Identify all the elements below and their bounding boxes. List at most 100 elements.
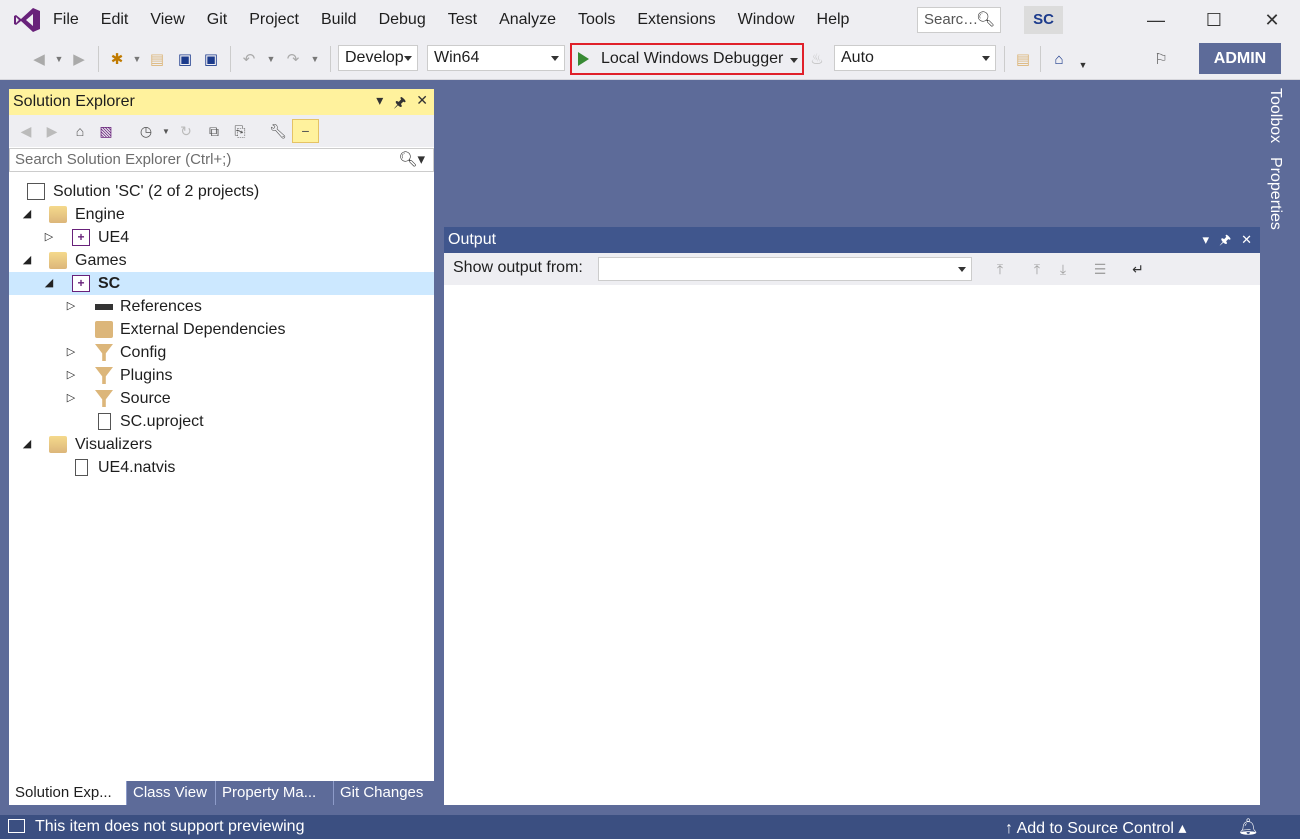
tree-item-config[interactable]: ▷ Config xyxy=(9,341,434,364)
menu-edit[interactable]: Edit xyxy=(90,0,140,40)
solution-platform-dropdown[interactable]: Win64 xyxy=(427,45,565,71)
next-message-icon[interactable]: ⤓ xyxy=(1052,259,1074,279)
menu-help[interactable]: Help xyxy=(806,0,861,40)
redo-icon[interactable]: ↷ xyxy=(282,48,304,70)
close-icon[interactable]: ✕ xyxy=(1243,0,1300,40)
collapse-arrow-icon[interactable]: ◢ xyxy=(42,272,56,295)
back-icon[interactable]: ◀ xyxy=(15,120,37,142)
project-badge[interactable]: SC xyxy=(1024,6,1063,34)
tree-item-sc-uproject[interactable]: SC.uproject xyxy=(9,410,434,433)
properties-wrench-icon[interactable]: 🔧︎ xyxy=(267,120,289,142)
account-button[interactable]: ADMIN xyxy=(1199,43,1281,74)
tree-item-sc-project[interactable]: ◢ + SC xyxy=(9,272,434,295)
tree-item-ue4[interactable]: ▷ + UE4 xyxy=(9,226,434,249)
tab-class-view[interactable]: Class View xyxy=(127,781,216,805)
window-position-icon[interactable]: ▾ xyxy=(376,92,383,116)
toggle-word-wrap-icon[interactable]: ↵ xyxy=(1127,259,1149,279)
menu-window[interactable]: Window xyxy=(727,0,806,40)
clear-all-icon[interactable]: ☰ xyxy=(1089,259,1111,279)
expand-arrow-icon[interactable]: ▷ xyxy=(64,341,78,364)
tab-property-manager[interactable]: Property Ma... xyxy=(216,781,334,805)
cpp-project-icon: + xyxy=(72,229,90,246)
search-input[interactable]: Searc… 🔍︎ xyxy=(917,7,1001,33)
tab-solution-explorer[interactable]: Solution Exp... xyxy=(9,781,127,805)
tree-item-engine[interactable]: ◢ Engine xyxy=(9,203,434,226)
solution-configuration-dropdown[interactable]: Develop xyxy=(338,45,418,71)
tree-item-source[interactable]: ▷ Source xyxy=(9,387,434,410)
menu-view[interactable]: View xyxy=(139,0,195,40)
add-to-source-control-button[interactable]: ↑ Add to Source Control ▴ xyxy=(1005,818,1186,838)
chevron-down-icon xyxy=(958,267,966,272)
live-share-icon[interactable]: ⚐ xyxy=(1150,48,1172,70)
collapse-arrow-icon[interactable]: ◢ xyxy=(20,433,34,456)
sync-icon[interactable]: ↻ xyxy=(175,120,197,142)
pin-icon[interactable]: 🖈︎ xyxy=(393,92,406,116)
collapse-all-icon[interactable]: ⧉ xyxy=(203,120,225,142)
menu-analyze[interactable]: Analyze xyxy=(488,0,567,40)
output-source-dropdown[interactable] xyxy=(598,257,972,281)
tree-item-external-dependencies[interactable]: External Dependencies xyxy=(9,318,434,341)
new-item-icon[interactable]: ✱ xyxy=(106,48,128,70)
tree-item-plugins[interactable]: ▷ Plugins xyxy=(9,364,434,387)
menu-extensions[interactable]: Extensions xyxy=(626,0,726,40)
collapse-arrow-icon[interactable]: ◢ xyxy=(20,203,34,226)
close-icon[interactable]: ✕ xyxy=(1241,227,1252,253)
menu-build[interactable]: Build xyxy=(310,0,368,40)
menu-debug[interactable]: Debug xyxy=(368,0,437,40)
collapse-arrow-icon[interactable]: ◢ xyxy=(20,249,34,272)
tab-toolbox[interactable]: Toolbox xyxy=(1264,84,1286,147)
cpp-project-icon: + xyxy=(72,275,90,292)
undo-dropdown-icon[interactable]: ▼ xyxy=(260,48,282,70)
switch-views-icon[interactable]: ▧ xyxy=(95,120,117,142)
tab-properties[interactable]: Properties xyxy=(1264,153,1286,234)
chevron-down-icon[interactable] xyxy=(790,58,798,63)
solution-home-icon[interactable]: ⌂ xyxy=(1048,48,1070,70)
close-icon[interactable]: ✕ xyxy=(416,92,428,116)
redo-dropdown-icon[interactable]: ▼ xyxy=(304,48,326,70)
open-folder-icon[interactable]: ▤ xyxy=(146,48,168,70)
tree-item-solution[interactable]: Solution 'SC' (2 of 2 projects) xyxy=(9,180,434,203)
forward-icon[interactable]: ▶ xyxy=(41,120,63,142)
undo-icon[interactable]: ↶ xyxy=(238,48,260,70)
stack-frame-dropdown[interactable]: Auto xyxy=(834,45,996,71)
home-icon[interactable]: ⌂ xyxy=(69,120,91,142)
previous-message-icon[interactable]: ⤒ xyxy=(1026,259,1048,279)
hot-reload-icon[interactable]: ♨ xyxy=(806,48,828,70)
navigate-back-icon[interactable]: ◀ xyxy=(28,48,50,70)
pending-changes-filter-icon[interactable]: ◷ xyxy=(135,120,157,142)
expand-arrow-icon[interactable]: ▷ xyxy=(42,226,56,249)
minimize-icon[interactable]: — xyxy=(1127,0,1185,40)
tree-item-ue4-natvis[interactable]: UE4.natvis xyxy=(9,456,434,479)
pin-icon[interactable]: 🖈︎ xyxy=(1219,227,1231,253)
tree-item-visualizers[interactable]: ◢ Visualizers xyxy=(9,433,434,456)
solution-search-input[interactable]: Search Solution Explorer (Ctrl+;) 🔍︎▾ xyxy=(9,148,434,172)
folder-open-icon xyxy=(49,206,67,223)
menu-test[interactable]: Test xyxy=(437,0,488,40)
maximize-icon[interactable]: ☐ xyxy=(1185,0,1243,40)
tree-item-references[interactable]: ▷ References xyxy=(9,295,434,318)
filter-dropdown-icon[interactable]: ▼ xyxy=(155,120,177,142)
tree-item-games[interactable]: ◢ Games xyxy=(9,249,434,272)
menu-file[interactable]: File xyxy=(42,0,90,40)
window-position-icon[interactable]: ▾ xyxy=(1203,227,1210,253)
find-in-files-icon[interactable]: ▤ xyxy=(1012,48,1034,70)
save-icon[interactable]: ▣ xyxy=(174,48,196,70)
preview-selected-items-icon[interactable]: − xyxy=(292,119,319,143)
show-all-files-icon[interactable]: ⎘ xyxy=(229,120,251,142)
navigate-forward-icon[interactable]: ▶ xyxy=(68,48,90,70)
tab-git-changes[interactable]: Git Changes xyxy=(334,781,434,805)
new-item-dropdown-icon[interactable]: ▼ xyxy=(126,48,148,70)
expand-arrow-icon[interactable]: ▷ xyxy=(64,364,78,387)
notifications-bell-icon[interactable]: 🔔︎ xyxy=(1238,817,1258,837)
menu-tools[interactable]: Tools xyxy=(567,0,626,40)
toolbar-options-icon[interactable]: ▼ xyxy=(1072,54,1094,76)
menu-project[interactable]: Project xyxy=(238,0,310,40)
expand-arrow-icon[interactable]: ▷ xyxy=(64,295,78,318)
save-all-icon[interactable]: ▣ xyxy=(200,48,222,70)
back-dropdown-icon[interactable]: ▼ xyxy=(48,48,70,70)
filter-folder-icon xyxy=(95,344,113,361)
find-message-in-code-icon[interactable]: ⤒ xyxy=(989,259,1011,279)
start-debugging-button[interactable]: Local Windows Debugger xyxy=(570,43,804,75)
menu-git[interactable]: Git xyxy=(196,0,238,40)
expand-arrow-icon[interactable]: ▷ xyxy=(64,387,78,410)
